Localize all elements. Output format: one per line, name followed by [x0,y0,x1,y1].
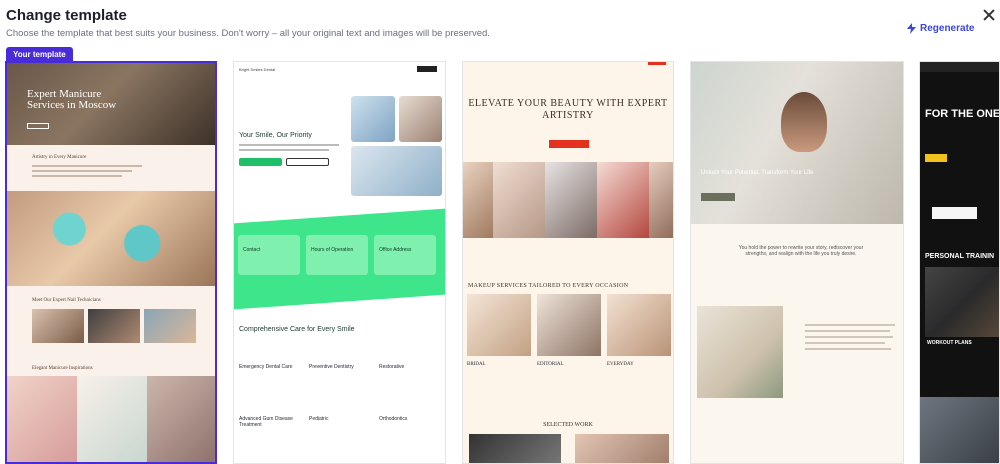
work-image [575,434,669,463]
regenerate-label: Regenerate [920,23,975,34]
gallery-image [7,376,77,462]
text-line [805,348,891,350]
text-line [805,336,893,338]
portrait-image [545,162,597,238]
template-card-coaching[interactable]: Unlock Your Potential, Transform Your Li… [690,61,904,464]
feature-title: Pediatric [309,416,329,422]
your-template-badge: Your template [6,47,73,62]
gallery-image [147,376,215,462]
feature-title: Orthodontics [379,416,408,422]
section-title: Comprehensive Care for Every Smile [239,326,355,333]
hero-title: FOR THE ONE DOES NOT Q [925,108,1000,120]
hero-text: Unlock Your Potential, Transform Your Li… [701,170,814,176]
text-line [32,170,132,172]
technician-photo [88,309,140,343]
feature-title: Restorative [379,364,405,370]
feature-title: Emergency Dental Care [239,364,293,370]
template-card-fitness[interactable]: FOR THE ONE DOES NOT Q PERSONAL TRAININ … [919,61,1000,464]
info-box-title: Contact [243,247,261,253]
hero-image [351,96,395,142]
section-title: PERSONAL TRAININ [925,253,995,260]
close-icon[interactable] [983,9,995,21]
info-box-title: Office Address [379,247,412,253]
feature-title: Preventive Dentistry [309,364,354,370]
lightning-icon [907,23,916,34]
service-caption: BRIDAL [467,362,486,367]
text-line [805,342,885,344]
nails-image [7,191,215,286]
gallery-image [77,376,147,462]
template-card-manicure[interactable]: Expert Manicure Services in Moscow Artis… [5,61,217,464]
nav-brand: Bright Smiles Dental [239,67,276,72]
brand-logo [932,207,977,219]
intro-paragraph: You hold the power to rewrite your story… [738,245,864,257]
info-box: Office Address [374,235,436,275]
intro-section: Artistry in Every Manicure [7,145,215,191]
service-image [467,294,531,356]
text-line [32,165,142,167]
feature-title: Advanced Gum Disease Treatment [239,416,293,428]
selected-work-title: SELECTED WORK [543,422,593,428]
hero-primary-button [239,158,282,166]
hero-button [701,193,735,201]
page-title: Change template [6,7,127,24]
hero-title: Expert Manicure Services in Moscow [27,88,117,111]
hero-image [399,96,442,142]
nav-accent [648,62,666,65]
service-image [607,294,671,356]
gym-image [925,267,999,337]
info-box-title: Hours of Operation [311,247,354,253]
hero-portrait [781,92,827,152]
hero-button [27,123,49,129]
info-box: Hours of Operation [306,235,368,275]
regenerate-button[interactable]: Regenerate [907,23,974,34]
hero-cta-button [549,140,589,148]
hero-heading: ELEVATE YOUR BEAUTY WITH EXPERT ARTISTRY [468,98,668,121]
section-title: Meet Our Expert Nail Technicians [32,298,101,303]
nav-button [417,66,437,72]
work-image [469,434,561,463]
template-card-dental[interactable]: Bright Smiles Dental Your Smile, Our Pri… [233,61,446,464]
nav-bar [920,62,999,72]
about-photo [697,306,783,398]
section-title: Artistry in Every Manicure [32,155,87,160]
text-line [239,144,339,146]
hero-image [351,146,442,196]
portrait-image [493,162,545,238]
service-caption: EDITORIAL [537,362,564,367]
modal-header: Change template Choose the template that… [0,0,1000,44]
section-title: Elegant Manicure Inspirations [32,366,93,371]
section-title: MAKEUP SERVICES TAILORED TO EVERY OCCASI… [468,283,629,289]
service-caption: EVERYDAY [607,362,634,367]
info-box: Contact [238,235,300,275]
text-line [805,330,890,332]
portrait-image [649,162,673,238]
text-line [239,149,329,151]
gym-image [920,397,999,463]
tile-title: WORKOUT PLANS [927,340,972,346]
template-card-makeup[interactable]: ELEVATE YOUR BEAUTY WITH EXPERT ARTISTRY… [462,61,674,464]
text-line [32,175,122,177]
page-subtitle: Choose the template that best suits your… [6,28,490,39]
text-line [805,324,895,326]
technician-photo [144,309,196,343]
hero-button [925,154,947,162]
service-image [537,294,601,356]
portrait-image [597,162,649,238]
hero-title: Your Smile, Our Priority [239,132,312,139]
hero-secondary-button [286,158,329,166]
technician-photo [32,309,84,343]
portrait-image [463,162,493,238]
